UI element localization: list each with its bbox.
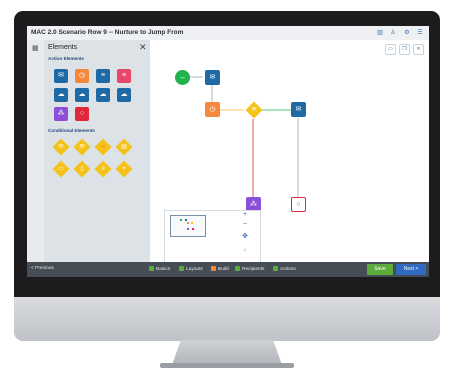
monitor-stand-base: [160, 363, 294, 368]
check-icon: [149, 266, 154, 271]
left-rail: ▦: [27, 40, 44, 262]
check-icon: [273, 266, 278, 271]
app-screen: MAC 2.0 Scenario Row 9 -- Nurture to Jum…: [27, 26, 429, 277]
cloud-element-icon[interactable]: ☁: [54, 88, 68, 102]
footer-bar: < Previous Basics Layouts Build Recipien…: [27, 262, 429, 277]
active-step-icon: [211, 266, 216, 271]
condition-document-icon[interactable]: ▯: [73, 160, 91, 178]
condition-click-icon[interactable]: ☝: [94, 138, 112, 156]
list-element-icon[interactable]: ≡: [96, 69, 110, 83]
step-label: Recipients: [242, 267, 265, 272]
check-icon: [179, 266, 184, 271]
step-build[interactable]: Build: [211, 266, 229, 272]
user-icon[interactable]: ♙: [389, 29, 397, 37]
cloud-download-element-icon[interactable]: ☁: [117, 88, 131, 102]
step-recipients[interactable]: Recipients: [235, 266, 264, 272]
action-elements-heading: Action Elements: [48, 56, 84, 61]
zoom-out-icon[interactable]: −: [241, 221, 249, 228]
step-label: Build: [218, 267, 229, 272]
analytics-icon[interactable]: ▥: [376, 29, 384, 37]
condition-email-icon[interactable]: ✉: [52, 138, 70, 156]
title-bar: MAC 2.0 Scenario Row 9 -- Nurture to Jum…: [27, 26, 429, 41]
minimap[interactable]: + − ✥ ‹: [164, 210, 261, 264]
step-label: Basics: [156, 267, 171, 272]
minimap-node: [187, 222, 189, 224]
condition-open-icon[interactable]: ✉: [73, 138, 91, 156]
email-element-icon[interactable]: ✉: [54, 69, 68, 83]
stop-node-icon[interactable]: ○: [291, 197, 306, 212]
collapse-minimap-icon[interactable]: ‹: [241, 247, 249, 254]
save-button[interactable]: Save: [367, 264, 393, 275]
stop-element-icon[interactable]: ○: [75, 107, 89, 121]
next-button[interactable]: Next >: [396, 264, 426, 275]
condition-tag-icon[interactable]: ⌖: [115, 160, 133, 178]
email-node-icon[interactable]: ✉: [205, 70, 220, 85]
cloud-sync-element-icon[interactable]: ☁: [75, 88, 89, 102]
split-element-icon[interactable]: ⁂: [54, 107, 68, 121]
monitor-chin: [14, 297, 440, 341]
step-actions[interactable]: Actions: [273, 266, 296, 272]
monitor-stand: [172, 340, 282, 365]
settings-icon[interactable]: ⚙: [403, 29, 411, 37]
wait-node-icon[interactable]: ◷: [205, 102, 220, 117]
condition-web-icon[interactable]: ▭: [52, 160, 70, 178]
start-node-icon[interactable]: ↔: [175, 70, 190, 85]
elements-panel: Elements ✕ Action Elements ✉ ◷ ≡ ≡ ☁ ☁ ☁…: [44, 40, 150, 262]
step-label: Layouts: [186, 267, 203, 272]
minimap-node: [180, 219, 182, 221]
elements-panel-title: Elements: [48, 44, 78, 51]
connector-lines: [189, 76, 299, 197]
menu-icon[interactable]: ☰: [416, 29, 424, 37]
center-view-icon[interactable]: ✥: [241, 232, 249, 240]
email-node-2-icon[interactable]: ✉: [291, 102, 306, 117]
previous-button[interactable]: < Previous: [31, 266, 54, 271]
remove-list-element-icon[interactable]: ≡: [117, 69, 131, 83]
step-basics[interactable]: Basics: [149, 266, 170, 272]
workflow-canvas[interactable]: ▭ ❐ ✕ ↔ ✉ ◷ ✉ ✉ ⁂ ○ + − ✥ ‹: [150, 40, 429, 264]
check-icon: [235, 266, 240, 271]
conditional-elements-heading: Conditional Elements: [48, 128, 95, 133]
page-title: MAC 2.0 Scenario Row 9 -- Nurture to Jum…: [31, 29, 184, 36]
cloud-upload-element-icon[interactable]: ☁: [96, 88, 110, 102]
minimap-node: [191, 222, 193, 224]
condition-form-icon[interactable]: ▤: [115, 138, 133, 156]
minimap-node: [187, 228, 189, 230]
apps-grid-icon[interactable]: ▦: [32, 44, 39, 52]
minimap-viewport[interactable]: [170, 215, 206, 237]
step-label: Actions: [280, 267, 296, 272]
wait-element-icon[interactable]: ◷: [75, 69, 89, 83]
minimap-node: [185, 219, 187, 221]
condition-list-icon[interactable]: ≡: [94, 160, 112, 178]
condition-node-icon[interactable]: ✉: [245, 101, 263, 119]
close-icon[interactable]: ✕: [139, 42, 147, 53]
minimap-node: [192, 228, 194, 230]
step-layouts[interactable]: Layouts: [179, 266, 203, 272]
zoom-in-icon[interactable]: +: [241, 211, 249, 218]
